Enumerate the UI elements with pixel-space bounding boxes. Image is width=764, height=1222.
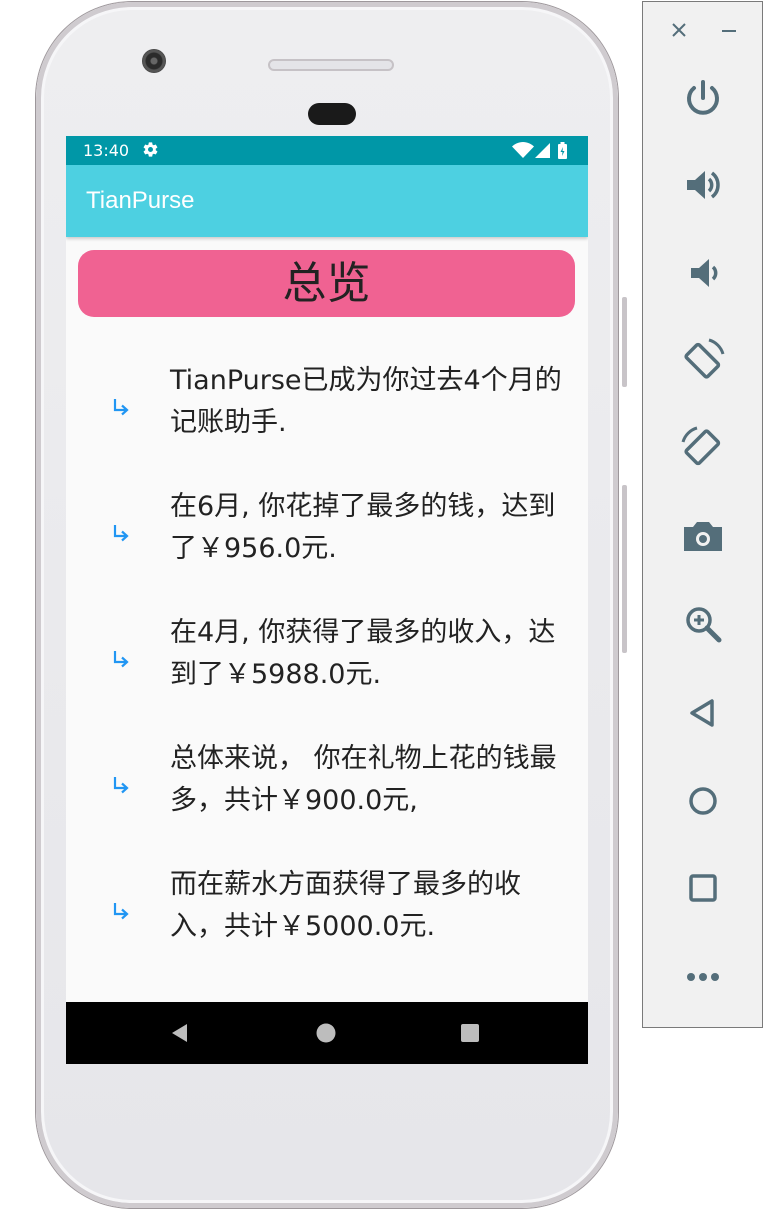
status-time: 13:40 <box>83 141 130 160</box>
screenshot-button[interactable] <box>679 512 727 560</box>
home-icon <box>689 787 717 815</box>
overview-icon <box>689 874 717 902</box>
home-button[interactable] <box>679 777 727 825</box>
volume-down-icon <box>691 259 718 287</box>
list-item: 在4月, 你获得了最多的收入，达到了￥5988.0元. <box>66 598 588 724</box>
rotate-left-icon <box>684 338 725 379</box>
rotate-right-button[interactable] <box>679 424 727 472</box>
arrow-down-right-icon <box>113 651 129 668</box>
back-icon <box>690 699 714 727</box>
home-icon[interactable] <box>314 1021 338 1045</box>
recents-icon[interactable] <box>458 1021 482 1045</box>
list-item-text: 总体来说， 你在礼物上花的钱最多，共计￥900.0元, <box>170 743 557 816</box>
emulator-toolbar <box>642 1 763 1028</box>
system-nav-bar <box>66 1002 588 1064</box>
list-item: 在6月, 你花掉了最多的钱，达到了￥956.0元. <box>66 472 588 598</box>
rotate-left-button[interactable] <box>679 336 727 384</box>
wifi-icon <box>512 142 534 158</box>
earpiece-speaker <box>268 59 394 71</box>
arrow-down-right-icon <box>113 525 129 542</box>
minimize-icon[interactable] <box>717 18 741 42</box>
list-item: 而在薪水方面获得了最多的收入，共计￥5000.0元. <box>66 850 588 976</box>
battery-icon <box>558 142 567 159</box>
phone-side-button <box>622 297 627 387</box>
list-item-text: 在6月, 你花掉了最多的钱，达到了￥956.0元. <box>170 491 556 564</box>
volume-down-button[interactable] <box>679 249 727 297</box>
more-button[interactable] <box>679 953 727 1001</box>
camera-icon <box>684 522 722 551</box>
gear-icon <box>143 142 158 157</box>
app-title: TianPurse <box>86 187 195 214</box>
app-bar: TianPurse <box>66 165 588 237</box>
overview-header: 总览 <box>78 250 575 317</box>
volume-up-icon <box>687 171 720 199</box>
signal-icon <box>535 143 550 158</box>
zoom-button[interactable] <box>679 600 727 648</box>
rotate-right-icon <box>681 426 721 466</box>
volume-up-button[interactable] <box>679 161 727 209</box>
arrow-down-right-icon <box>113 399 129 416</box>
more-icon <box>687 973 719 981</box>
overview-button[interactable] <box>679 864 727 912</box>
device-screen: 13:40 TianPurse 总览 TianPurse已成为你过去4个月的记账… <box>66 136 588 1064</box>
status-bar: 13:40 <box>66 136 588 165</box>
close-icon[interactable] <box>667 18 691 42</box>
list-item: TianPurse已成为你过去4个月的记账助手. <box>66 346 588 472</box>
back-icon[interactable] <box>168 1021 192 1045</box>
phone-volume-button <box>622 485 627 653</box>
back-button[interactable] <box>679 689 727 737</box>
power-icon <box>687 80 719 115</box>
list-item: 总体来说， 你在礼物上花的钱最多，共计￥900.0元, <box>66 724 588 850</box>
zoom-icon <box>686 607 722 643</box>
summary-list: TianPurse已成为你过去4个月的记账助手. 在6月, 你花掉了最多的钱，达… <box>66 346 588 976</box>
proximity-sensor <box>308 103 356 125</box>
list-item-text: 而在薪水方面获得了最多的收入，共计￥5000.0元. <box>170 869 521 942</box>
power-button[interactable] <box>679 74 727 122</box>
list-item-text: TianPurse已成为你过去4个月的记账助手. <box>170 365 562 438</box>
arrow-down-right-icon <box>113 903 129 920</box>
list-item-text: 在4月, 你获得了最多的收入，达到了￥5988.0元. <box>170 617 556 690</box>
front-camera <box>142 49 166 73</box>
arrow-down-right-icon <box>113 777 129 794</box>
